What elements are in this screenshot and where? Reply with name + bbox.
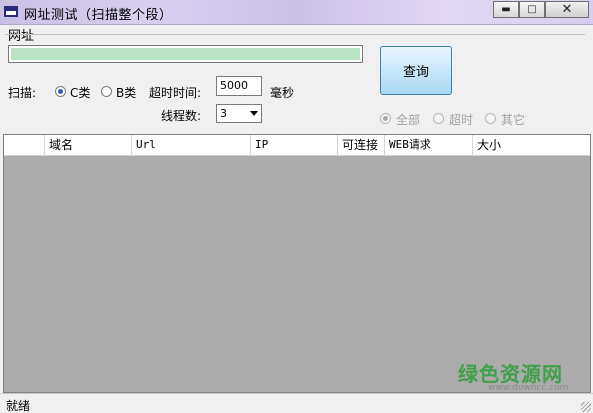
column-header-size[interactable]: 大小 (473, 135, 590, 155)
maximize-icon: □ (527, 4, 537, 15)
timeout-label: 超时时间: (149, 86, 202, 100)
minimize-button[interactable]: ▬ (493, 1, 519, 18)
scan-b-class-radio[interactable] (101, 86, 112, 97)
app-window-icon (4, 6, 18, 17)
threads-label: 线程数: (161, 109, 202, 123)
column-header-web-request[interactable]: WEB请求 (385, 135, 473, 155)
window-title: 网址测试（扫描整个段） (24, 8, 173, 23)
query-button[interactable]: 查询 (380, 46, 452, 95)
filter-all-radio[interactable] (380, 113, 391, 124)
column-header-row-selector[interactable] (4, 135, 45, 155)
url-input-fill (11, 48, 360, 60)
column-header-connectable[interactable]: 可连接 (338, 135, 385, 155)
column-header-domain[interactable]: 域名 (45, 135, 132, 155)
scan-c-class-label[interactable]: C类 (70, 84, 90, 101)
status-bar: 就绪 (0, 393, 593, 413)
column-header-url[interactable]: Url (132, 135, 251, 155)
window-controls: ▬ □ ✕ (493, 1, 589, 18)
close-icon: ✕ (561, 2, 573, 17)
threads-select[interactable]: 3 (216, 104, 262, 123)
url-input[interactable] (8, 45, 363, 63)
url-group-divider (5, 34, 585, 35)
filter-other-label[interactable]: 其它 (501, 111, 525, 128)
scan-label: 扫描: (8, 86, 37, 100)
column-header-ip[interactable]: IP (251, 135, 338, 155)
resize-grip-icon[interactable] (581, 402, 591, 412)
chevron-down-icon (250, 111, 258, 116)
threads-selected-value: 3 (220, 107, 227, 120)
app-window: 网址测试（扫描整个段） ▬ □ ✕ 网址 查询 扫描: C类 B类 超时时间: … (0, 0, 593, 413)
grid-header: 域名 Url IP 可连接 WEB请求 大小 (4, 135, 590, 156)
filter-all-label[interactable]: 全部 (396, 111, 420, 128)
close-button[interactable]: ✕ (545, 1, 589, 18)
timeout-unit: 毫秒 (270, 86, 295, 100)
title-bar[interactable]: 网址测试（扫描整个段） ▬ □ ✕ (0, 0, 593, 25)
minimize-icon: ▬ (501, 4, 511, 15)
status-text: 就绪 (6, 399, 31, 413)
scan-b-class-label[interactable]: B类 (116, 84, 136, 101)
maximize-button[interactable]: □ (519, 1, 545, 18)
filter-other-radio[interactable] (485, 113, 496, 124)
watermark-url: www.downcc.com (488, 383, 569, 393)
timeout-input[interactable]: 5000 (216, 76, 262, 96)
filter-timeout-radio[interactable] (433, 113, 444, 124)
filter-timeout-label[interactable]: 超时 (449, 111, 473, 128)
results-grid[interactable]: 域名 Url IP 可连接 WEB请求 大小 (3, 134, 591, 393)
scan-c-class-radio[interactable] (55, 86, 66, 97)
